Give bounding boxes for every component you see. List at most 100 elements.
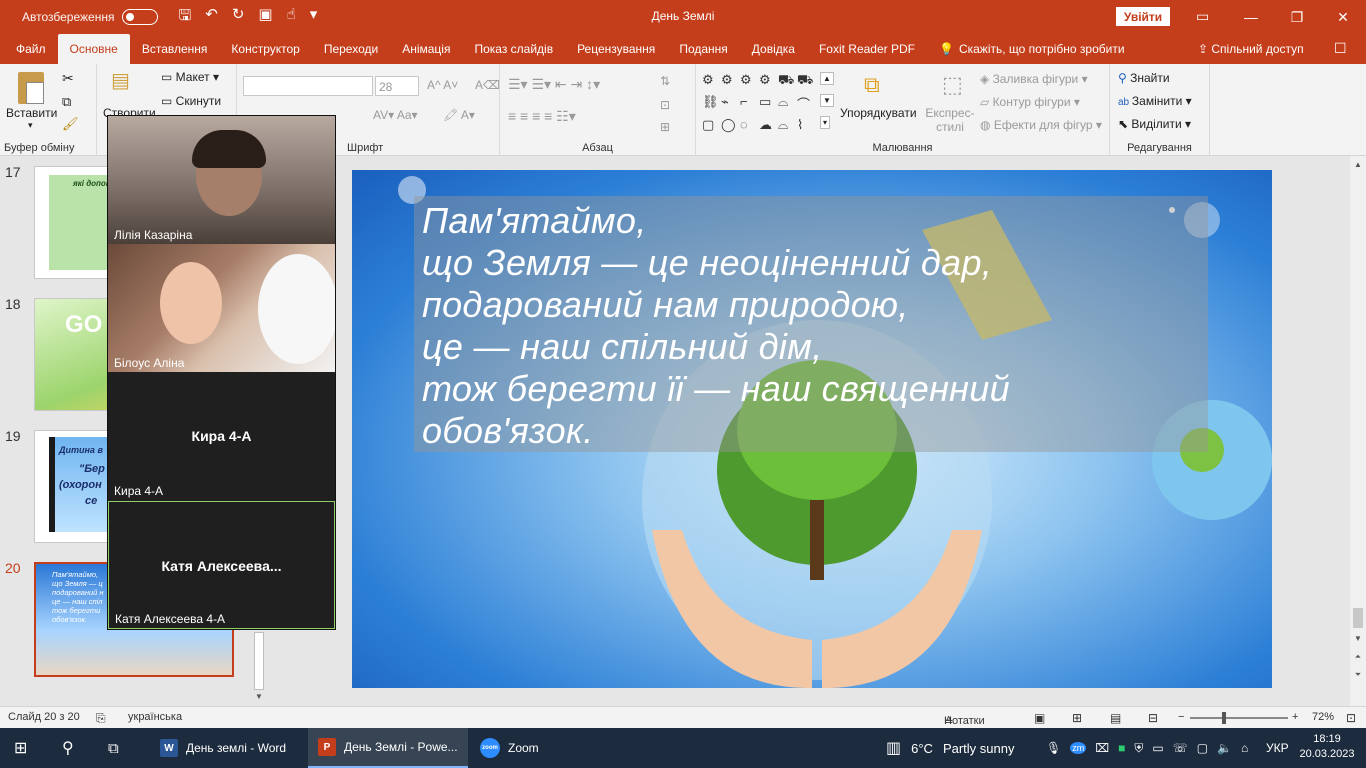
qat-more-icon[interactable]: ▾ xyxy=(310,5,318,30)
taskbar-app-word[interactable]: W День землі - Word xyxy=(150,728,298,768)
shapes-gallery[interactable]: ⚙ ⚙ ⚙ ⚙ ⛟ ⛟ ⛓ ⌁ ⌐ ▭ ⌓ ⌒ ▢ ◯ ◌ ☁ ⌓ ⌇ xyxy=(702,72,820,133)
volume-icon[interactable]: 🔈 xyxy=(1217,741,1232,755)
clear-format-icon[interactable]: A⌫ xyxy=(475,78,500,92)
font-size-input[interactable]: 28 xyxy=(375,76,419,96)
copy-icon[interactable]: ⧉ xyxy=(62,94,71,110)
monitor-icon[interactable]: ▭ xyxy=(1152,741,1163,755)
taskbar-app-powerpoint[interactable]: P День Землі - Powe... xyxy=(308,728,468,768)
input-language[interactable]: УКР xyxy=(1266,728,1289,768)
zoom-in-icon[interactable]: + xyxy=(1292,711,1298,723)
scroll-down-icon[interactable]: ▼ xyxy=(255,692,263,701)
arrange-icon[interactable]: ⧉ xyxy=(864,72,880,98)
normal-view-icon[interactable]: ▣ xyxy=(1034,711,1045,725)
quick-styles-button[interactable]: Експрес-стилі xyxy=(922,106,978,134)
slideshow-icon[interactable]: ▣ xyxy=(258,5,272,30)
workspace-scrollbar[interactable]: ▲ ▼ ⏶ ⏷ xyxy=(1350,156,1366,706)
layout-button[interactable]: ▭ Макет ▾ xyxy=(161,70,219,84)
display-icon[interactable]: ▢ xyxy=(1197,741,1208,755)
previous-slide-icon[interactable]: ⏶ xyxy=(1350,652,1366,662)
smartart-icon[interactable]: ⊞ xyxy=(660,120,670,134)
quick-styles-icon[interactable]: ⬚ xyxy=(942,72,963,98)
zoom-out-icon[interactable]: − xyxy=(1178,711,1184,723)
weather-widget[interactable]: ▥ 6°C Partly sunny xyxy=(886,728,1015,768)
find-button[interactable]: ⚲ Знайти xyxy=(1118,71,1170,85)
chat-icon[interactable]: ☏ xyxy=(1173,741,1188,755)
accessibility-icon[interactable]: ⎘ xyxy=(96,711,106,726)
arrange-button[interactable]: Упорядкувати xyxy=(840,106,917,120)
shape-fill-button[interactable]: ◈ Заливка фігури ▾ xyxy=(980,72,1088,86)
ribbon-display-options-icon[interactable]: ▭ xyxy=(1196,8,1209,25)
font-color-icon[interactable]: 🖍 A▾ xyxy=(443,108,475,122)
scroll-down-icon[interactable]: ▼ xyxy=(1350,634,1366,643)
reset-button[interactable]: ▭ Скинути xyxy=(161,94,221,108)
new-slide-icon[interactable]: ▤ xyxy=(111,68,130,93)
close-icon[interactable]: ✕ xyxy=(1320,0,1366,34)
touch-mode-icon[interactable]: ☝ xyxy=(287,5,296,30)
tab-home[interactable]: Основне xyxy=(57,34,130,64)
align-text-icon[interactable]: ⊡ xyxy=(660,98,670,112)
tab-foxit[interactable]: Foxit Reader PDF xyxy=(807,34,927,64)
participant-tile[interactable]: Білоус Аліна xyxy=(108,244,335,372)
text-direction-icon[interactable]: ⇅ xyxy=(660,74,670,88)
paste-icon[interactable] xyxy=(18,72,44,104)
align-icons[interactable]: ≡ ≡ ≡ ≡ ☷▾ xyxy=(508,108,576,125)
slideshow-view-icon[interactable]: ⊟ xyxy=(1148,711,1158,725)
shape-outline-button[interactable]: ▱ Контур фігури ▾ xyxy=(980,95,1080,109)
microphone-icon[interactable]: 🎙 xyxy=(1046,741,1061,755)
paste-dropdown-icon[interactable]: ▾ xyxy=(28,120,33,131)
task-view-icon[interactable]: ⧉ xyxy=(108,728,119,768)
tab-view[interactable]: Подання xyxy=(667,34,739,64)
share-button[interactable]: ⇪ Спільний доступ xyxy=(1198,42,1304,56)
shapes-scroll-up-icon[interactable]: ▲ xyxy=(820,72,834,85)
taskbar-clock[interactable]: 18:19 20.03.2023 xyxy=(1296,732,1358,762)
fit-slide-icon[interactable]: ⊡ xyxy=(1346,711,1356,725)
app-tray-icon[interactable]: ■ xyxy=(1118,741,1125,755)
tab-insert[interactable]: Вставлення xyxy=(130,34,220,64)
signin-button[interactable]: Увійти xyxy=(1116,7,1170,26)
network-icon[interactable]: ⌂ xyxy=(1241,741,1248,755)
thumbnail-scrollbar[interactable]: ▼ xyxy=(252,632,266,706)
tab-help[interactable]: Довідка xyxy=(740,34,807,64)
shapes-more-icon[interactable]: ▾ xyxy=(820,116,831,129)
minimize-icon[interactable]: — xyxy=(1228,0,1274,34)
next-slide-icon[interactable]: ⏷ xyxy=(1350,670,1366,680)
slide-sorter-icon[interactable]: ⊞ xyxy=(1072,711,1082,725)
tell-me-box[interactable]: 💡 Скажіть, що потрібно зробити xyxy=(927,34,1137,64)
autosave-toggle[interactable] xyxy=(122,9,159,25)
paste-button[interactable]: Вставити xyxy=(6,106,57,120)
zoom-level[interactable]: 72% xyxy=(1312,711,1334,723)
taskbar-app-zoom[interactable]: zoom Zoom xyxy=(472,728,562,768)
reading-view-icon[interactable]: ▤ xyxy=(1110,711,1121,725)
scroll-up-icon[interactable]: ▲ xyxy=(1350,160,1366,169)
restore-icon[interactable]: ❐ xyxy=(1274,0,1320,34)
zoom-slider-handle[interactable] xyxy=(1222,712,1226,724)
participant-tile[interactable]: Кира 4-А Кира 4-А xyxy=(108,372,335,500)
save-icon[interactable]: 🖫 xyxy=(178,5,191,30)
tab-slideshow[interactable]: Показ слайдів xyxy=(462,34,565,64)
tab-design[interactable]: Конструктор xyxy=(219,34,311,64)
participant-tile[interactable]: Лілія Казаріна xyxy=(108,116,335,244)
tab-file[interactable]: Файл xyxy=(4,34,58,64)
replace-button[interactable]: ab Замінити ▾ xyxy=(1118,94,1192,108)
security-icon[interactable]: ⛨ xyxy=(1134,741,1143,756)
zoom-tray-icon[interactable]: zm xyxy=(1070,742,1087,754)
cut-icon[interactable]: ✂ xyxy=(62,70,74,87)
shape-effects-button[interactable]: ◍ Ефекти для фігур ▾ xyxy=(980,118,1102,132)
redo-icon[interactable]: ↻ xyxy=(232,5,245,30)
undo-icon[interactable]: ↶ xyxy=(205,5,218,30)
tab-animations[interactable]: Анімація xyxy=(390,34,462,64)
slide-canvas[interactable]: Пам'ятаймо, що Земля — це неоціненний да… xyxy=(352,170,1272,688)
zoom-slider[interactable] xyxy=(1190,717,1288,719)
windows-start-icon[interactable]: ⊞ xyxy=(14,728,27,768)
font-name-input[interactable] xyxy=(243,76,373,96)
bullets-icon[interactable]: ☰▾ ☰▾ ⇤ ⇥ ↕▾ xyxy=(508,76,600,93)
thumbnail-scroll-thumb[interactable] xyxy=(254,632,264,690)
tab-review[interactable]: Рецензування xyxy=(565,34,667,64)
search-icon[interactable]: ⚲ xyxy=(62,728,74,768)
shape-icon[interactable]: ⚙ xyxy=(702,72,721,90)
grow-font-icon[interactable]: A^ A˅ xyxy=(427,78,458,92)
language-status[interactable]: українська xyxy=(128,711,182,723)
participant-tile-active-speaker[interactable]: Катя Алексеева... Катя Алексеева 4-А xyxy=(108,501,335,629)
format-painter-icon[interactable]: 🖌 xyxy=(62,116,79,132)
tab-transitions[interactable]: Переходи xyxy=(312,34,390,64)
